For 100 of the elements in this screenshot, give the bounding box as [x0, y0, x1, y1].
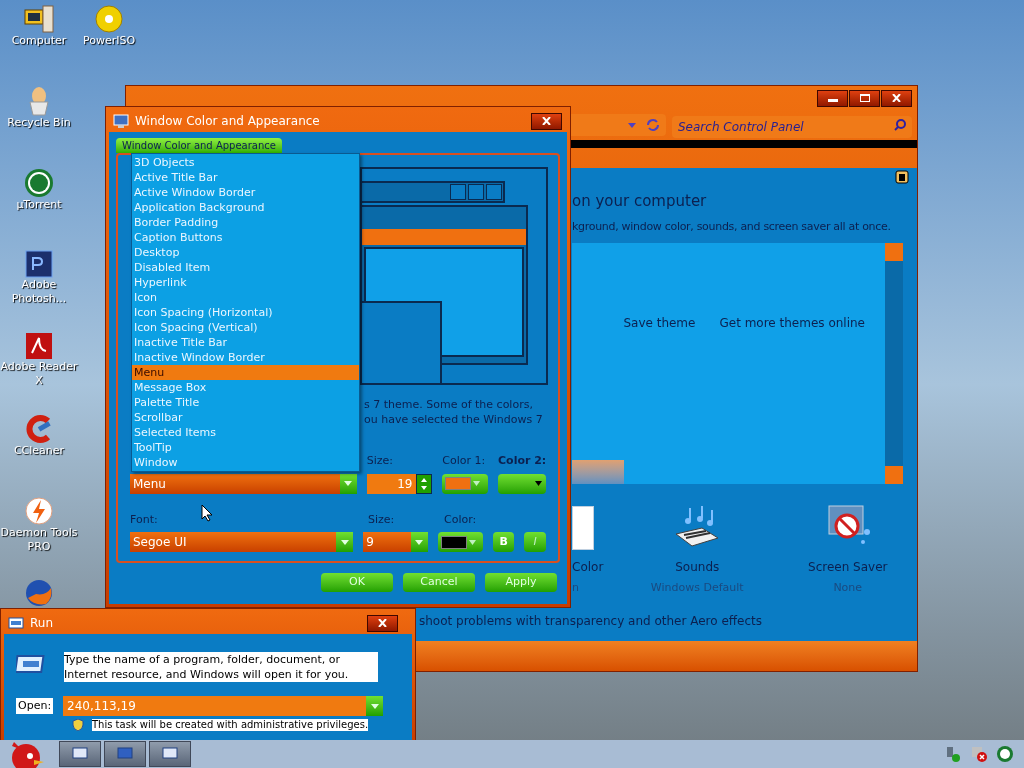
taskbar-button[interactable] — [59, 741, 101, 767]
list-item[interactable]: Desktop — [132, 245, 359, 260]
list-item[interactable]: Icon Spacing (Horizontal) — [132, 305, 359, 320]
size-spinner[interactable]: 19 — [366, 473, 433, 494]
dialog-button[interactable]: OK — [321, 573, 393, 592]
computer-icon — [23, 4, 55, 34]
desktop-icon-label[interactable]: Computer — [11, 34, 67, 48]
refresh-icon[interactable] — [646, 118, 660, 132]
pdf-icon — [25, 332, 53, 360]
window-icon — [72, 747, 88, 761]
desktop-icon-label[interactable]: Daemon Tools PRO — [0, 526, 78, 554]
note-text: s 7 theme. Some of the colors, — [364, 397, 533, 412]
minimize-button[interactable] — [817, 89, 848, 107]
size-label: Size: — [366, 453, 393, 469]
error-icon[interactable] — [970, 745, 988, 763]
help-icon[interactable] — [895, 170, 909, 184]
heading: on your computer — [572, 191, 708, 212]
color2-label: Color 2: — [498, 453, 547, 469]
list-item[interactable]: Inactive Title Bar — [132, 335, 359, 350]
list-item[interactable]: Application Background — [132, 200, 359, 215]
run-icon — [8, 617, 24, 629]
monitor-icon — [113, 113, 129, 129]
globe-icon — [24, 578, 54, 608]
desktop-icon-label[interactable]: µTorrent — [16, 198, 62, 212]
list-item[interactable]: 3D Objects — [132, 155, 359, 170]
dropdown-arrow-icon[interactable] — [628, 122, 636, 128]
list-item[interactable]: Window — [132, 455, 359, 470]
list-item[interactable]: Active Window Border — [132, 185, 359, 200]
item-dropdown[interactable]: Menu — [130, 473, 357, 494]
list-item[interactable]: Selected Items — [132, 425, 359, 440]
list-item[interactable]: Inactive Window Border — [132, 350, 359, 365]
window-icon — [162, 747, 178, 761]
desktop-icon-label[interactable]: PowerISO — [82, 34, 136, 48]
open-field[interactable]: 240,113,19 — [63, 696, 367, 716]
font-size-label: Size: — [368, 511, 395, 528]
list-item[interactable]: Icon Spacing (Vertical) — [132, 320, 359, 335]
font-color-label: Color: — [444, 511, 477, 528]
theme-link[interactable]: Save theme — [623, 314, 696, 332]
dialog-button[interactable]: Cancel — [403, 573, 475, 592]
bold-button[interactable]: B — [492, 532, 515, 552]
list-item[interactable]: Palette Title — [132, 395, 359, 410]
torrent-icon[interactable] — [996, 745, 1014, 763]
list-item[interactable]: Hyperlink — [132, 275, 359, 290]
color1-picker[interactable] — [442, 473, 489, 494]
font-color-picker[interactable] — [437, 532, 483, 552]
close-icon[interactable] — [892, 94, 901, 102]
close-icon[interactable] — [542, 117, 551, 125]
mouse-pointer-icon — [201, 504, 213, 522]
color1-label: Color 1: — [442, 453, 486, 469]
list-item[interactable]: Disabled Item — [132, 260, 359, 275]
font-dropdown[interactable]: Segoe UI — [130, 532, 354, 552]
search-icon[interactable] — [894, 119, 906, 131]
theme-link[interactable]: Get more themes online — [719, 314, 865, 332]
torrent-icon — [24, 168, 54, 198]
bin-icon — [27, 86, 51, 116]
desktop-icon-label[interactable]: Adobe Photosh... — [0, 278, 78, 306]
ps-icon — [25, 250, 53, 278]
desktop-icon-label[interactable]: CCleaner — [13, 444, 65, 458]
network-check-icon[interactable] — [944, 745, 962, 763]
window-icon — [117, 747, 133, 761]
scrollbar[interactable] — [885, 243, 903, 484]
open-label: Open: — [16, 697, 54, 715]
italic-button[interactable]: I — [524, 532, 546, 552]
color2-picker[interactable] — [498, 473, 546, 494]
close-button[interactable] — [367, 614, 398, 632]
disc-icon — [94, 4, 124, 34]
dialog-title: Run — [30, 615, 54, 632]
item-title[interactable]: Screen Saver — [808, 558, 888, 576]
list-item[interactable]: Message Box — [132, 380, 359, 395]
caret-icon[interactable] — [535, 481, 542, 486]
spinner-arrows-icon[interactable] — [416, 473, 433, 494]
list-item[interactable]: ToolTip — [132, 440, 359, 455]
admin-note: This task will be created with administrative privileges. — [92, 719, 369, 731]
close-icon[interactable] — [378, 619, 387, 627]
dialog-button[interactable]: Apply — [485, 573, 557, 592]
maximize-button[interactable] — [849, 89, 880, 107]
list-item[interactable]: Scrollbar — [132, 410, 359, 425]
list-item[interactable]: Menu — [132, 365, 359, 380]
search-field[interactable]: Search Control Panel — [672, 116, 912, 138]
list-item[interactable]: Border Padding — [132, 215, 359, 230]
close-button[interactable] — [881, 89, 912, 107]
item-title[interactable]: Sounds — [675, 558, 720, 576]
tab[interactable]: Window Color and Appearance — [116, 138, 282, 153]
font-size-dropdown[interactable]: 9 — [363, 532, 428, 552]
troubleshoot-link[interactable]: shoot problems with transparency and other Aero effects — [419, 612, 762, 630]
dialog-title: Window Color and Appearance — [135, 113, 321, 130]
list-item[interactable]: Active Title Bar — [132, 170, 359, 185]
lightning-icon — [24, 496, 54, 526]
item-title[interactable]: Color — [572, 557, 604, 576]
shield-icon — [72, 719, 84, 731]
taskbar-button[interactable] — [149, 741, 191, 767]
desktop-icon-label[interactable]: Adobe Reader X — [0, 360, 78, 388]
list-item[interactable]: Caption Buttons — [132, 230, 359, 245]
list-item[interactable]: Icon — [132, 290, 359, 305]
desktop-icon-label[interactable]: Recycle Bin — [7, 116, 71, 130]
maximize-icon[interactable] — [859, 94, 870, 102]
taskbar-button[interactable] — [104, 741, 146, 767]
close-button[interactable] — [531, 112, 562, 130]
item-value: Windows Default — [650, 580, 744, 596]
run-icon — [16, 652, 46, 676]
